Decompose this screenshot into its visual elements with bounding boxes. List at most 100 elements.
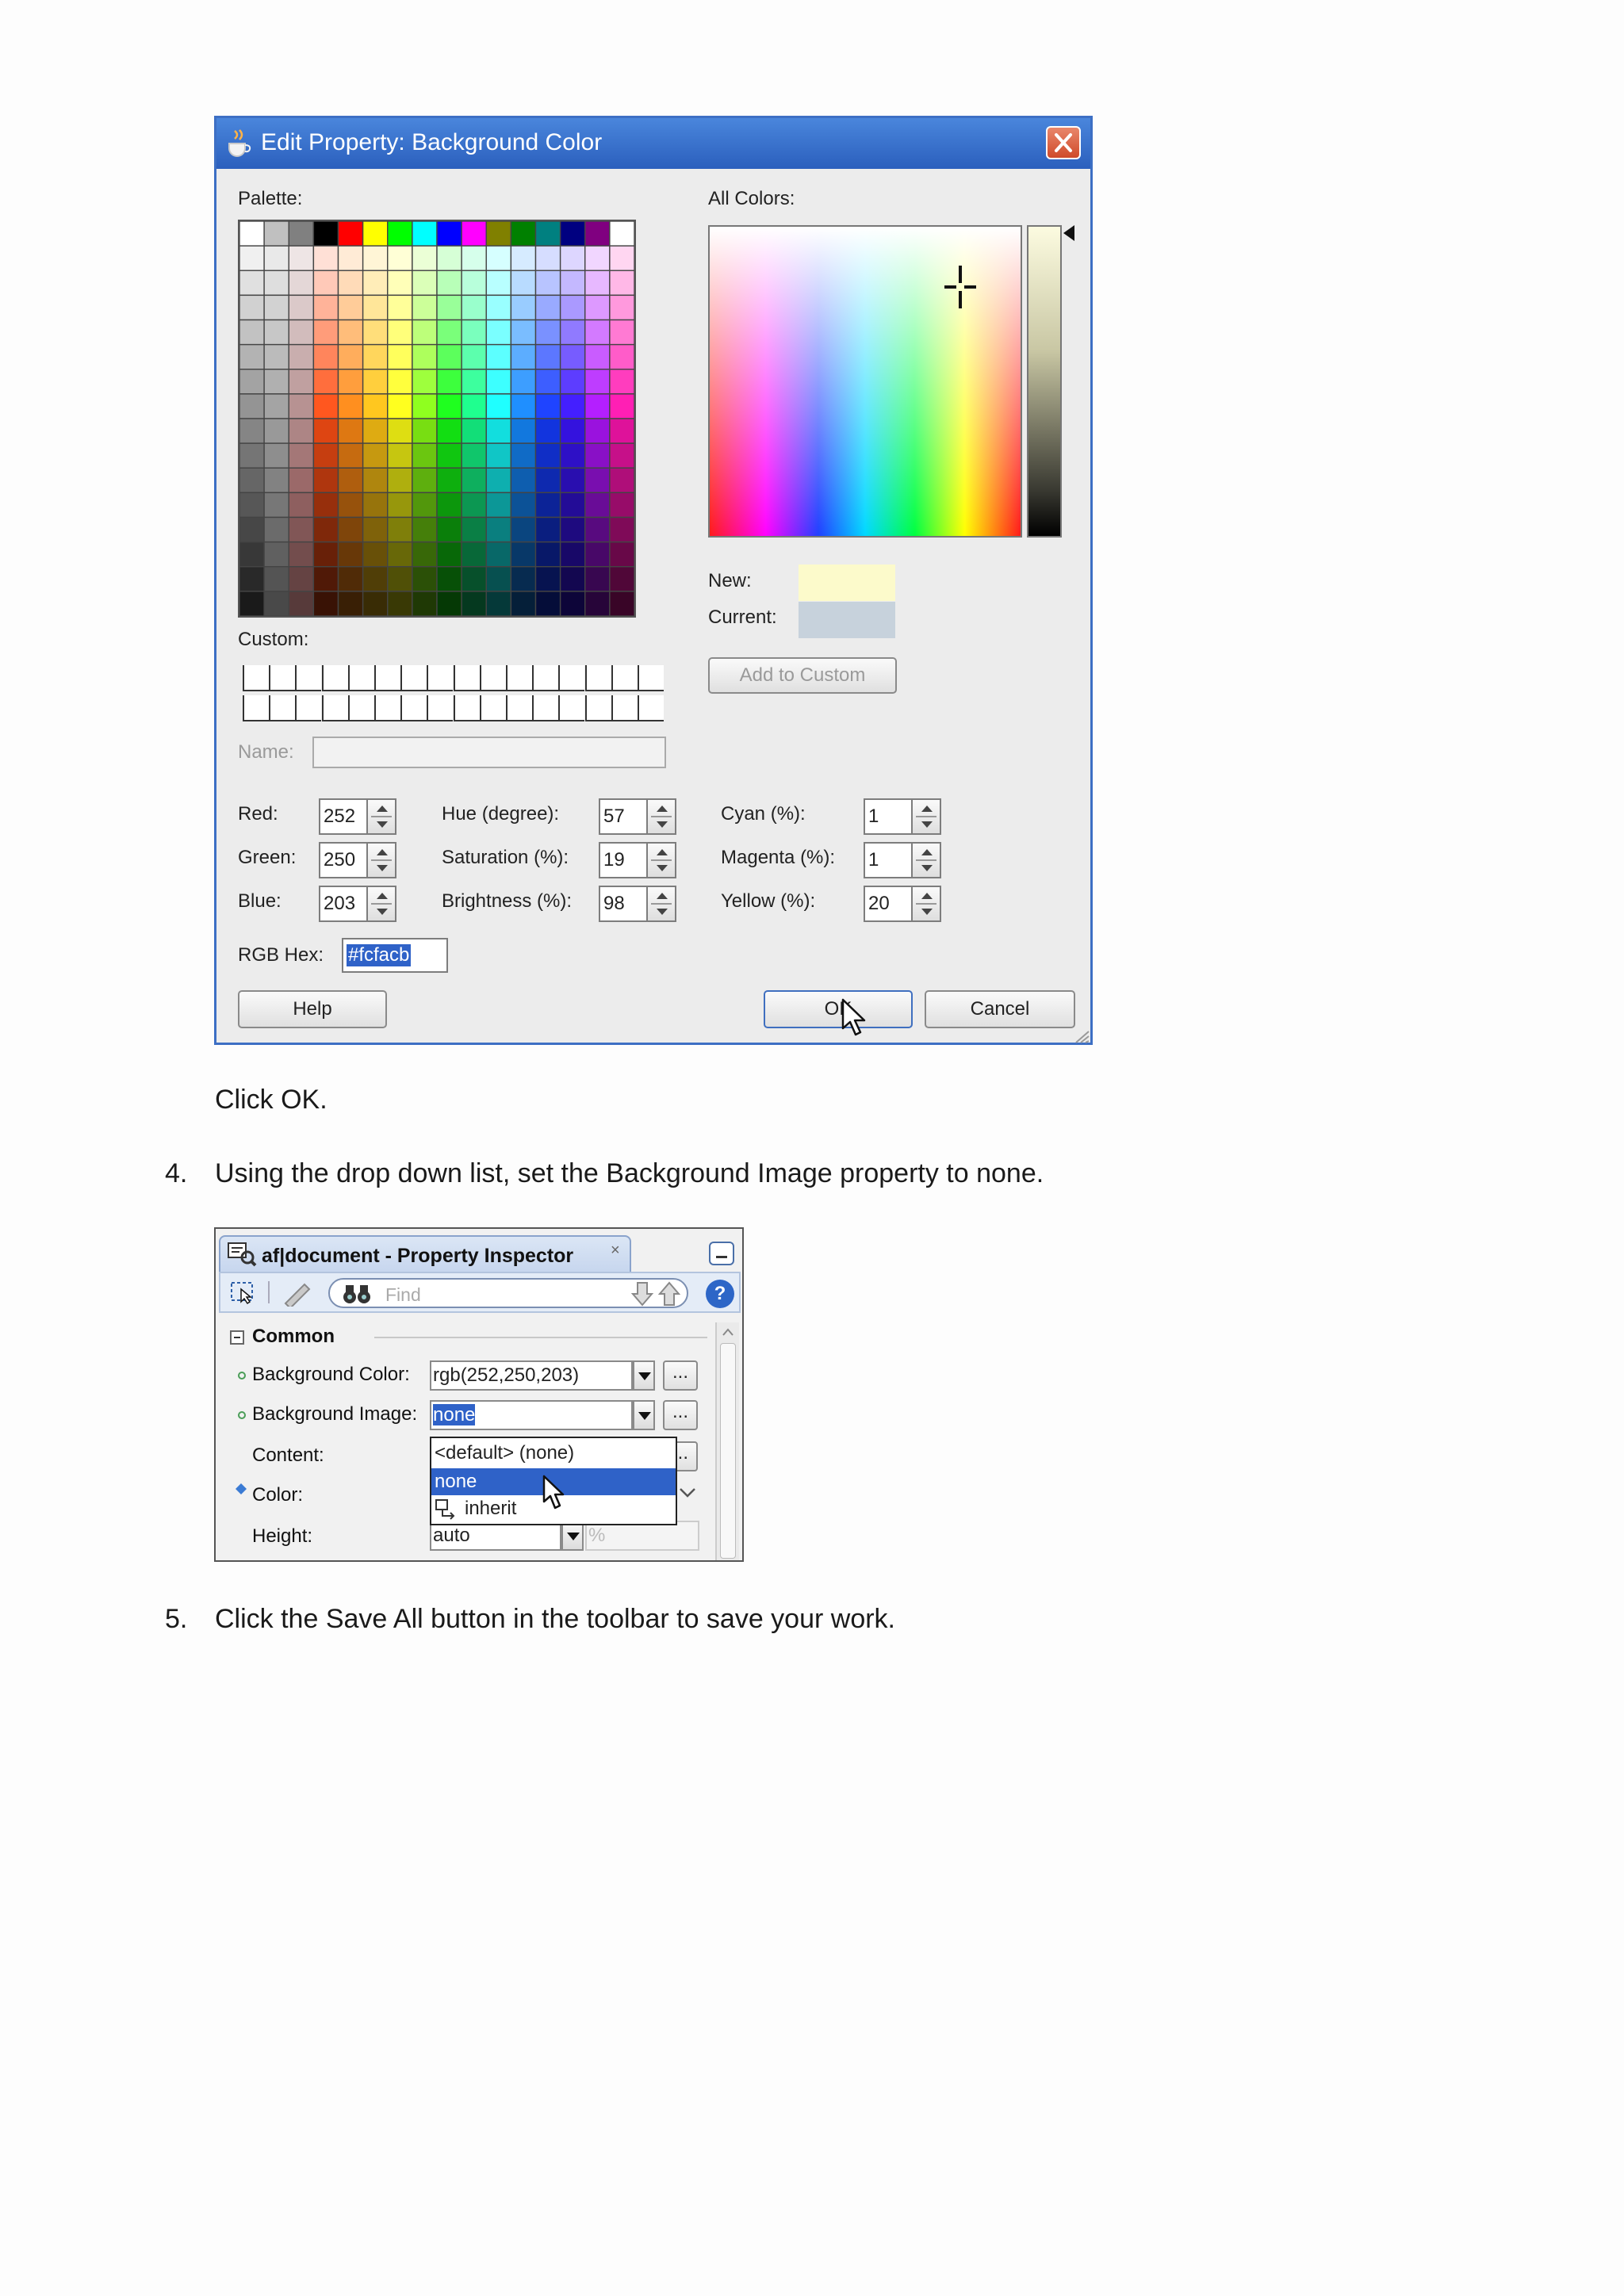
palette-swatch[interactable] xyxy=(485,393,512,419)
inspector-scrollbar[interactable] xyxy=(715,1322,739,1560)
palette-swatch[interactable] xyxy=(387,467,413,494)
palette-swatch[interactable] xyxy=(485,245,512,271)
palette-swatch[interactable] xyxy=(362,221,389,247)
palette-swatch[interactable] xyxy=(534,369,561,395)
palette-swatch[interactable] xyxy=(312,492,339,519)
palette-swatch[interactable] xyxy=(436,492,462,519)
palette-swatch[interactable] xyxy=(412,591,438,616)
property-inspector-tab[interactable]: af|document - Property Inspector × xyxy=(219,1235,631,1272)
palette-swatch[interactable] xyxy=(362,541,389,568)
background-color-field[interactable]: rgb(252,250,203) xyxy=(430,1360,633,1391)
palette-swatch[interactable] xyxy=(609,541,634,568)
palette-swatch[interactable] xyxy=(362,467,389,494)
palette-swatch[interactable] xyxy=(534,516,561,543)
background-image-field[interactable]: none xyxy=(430,1400,633,1430)
custom-color-slot[interactable] xyxy=(243,695,269,721)
chevron-down-icon[interactable] xyxy=(679,1487,696,1498)
palette-swatch[interactable] xyxy=(337,393,364,419)
background-image-dropdown[interactable] xyxy=(633,1400,655,1430)
custom-color-slot[interactable] xyxy=(347,665,374,691)
palette-swatch[interactable] xyxy=(263,516,289,543)
palette-swatch[interactable] xyxy=(412,541,438,568)
palette-swatch[interactable] xyxy=(436,294,462,321)
palette-swatch[interactable] xyxy=(436,467,462,494)
palette-swatch[interactable] xyxy=(534,343,561,370)
close-button[interactable] xyxy=(1046,126,1081,159)
palette-swatch[interactable] xyxy=(263,294,289,321)
custom-color-slot[interactable] xyxy=(506,665,532,691)
palette-swatch[interactable] xyxy=(510,343,537,370)
palette-swatch[interactable] xyxy=(559,566,586,592)
help-icon[interactable]: ? xyxy=(706,1280,734,1308)
palette-swatch[interactable] xyxy=(534,294,561,321)
palette-swatch[interactable] xyxy=(609,442,634,469)
edit-pencil-icon[interactable] xyxy=(281,1280,312,1307)
palette-swatch[interactable] xyxy=(559,270,586,297)
palette-swatch[interactable] xyxy=(362,516,389,543)
palette-swatch[interactable] xyxy=(436,343,462,370)
palette-swatch[interactable] xyxy=(485,418,512,444)
palette-swatch[interactable] xyxy=(436,393,462,419)
palette-swatch[interactable] xyxy=(436,245,462,271)
palette-swatch[interactable] xyxy=(412,442,438,469)
palette-swatch[interactable] xyxy=(461,541,487,568)
palette-swatch[interactable] xyxy=(559,343,586,370)
palette-swatch[interactable] xyxy=(239,492,265,519)
palette-swatch[interactable] xyxy=(288,566,315,592)
hue-spinner[interactable] xyxy=(646,798,676,835)
palette-swatch[interactable] xyxy=(584,294,611,321)
palette-swatch[interactable] xyxy=(436,442,462,469)
palette-swatch[interactable] xyxy=(436,418,462,444)
palette-swatch[interactable] xyxy=(362,343,389,370)
palette-swatch[interactable] xyxy=(559,467,586,494)
palette-swatch[interactable] xyxy=(534,467,561,494)
palette-swatch[interactable] xyxy=(312,566,339,592)
palette-swatch[interactable] xyxy=(485,467,512,494)
custom-color-slot[interactable] xyxy=(321,665,348,691)
palette-swatch[interactable] xyxy=(288,418,315,444)
palette-swatch[interactable] xyxy=(584,221,611,247)
palette-swatch[interactable] xyxy=(387,393,413,419)
brightness-slider[interactable] xyxy=(1027,225,1062,538)
palette-swatch[interactable] xyxy=(584,467,611,494)
palette-swatch[interactable] xyxy=(436,369,462,395)
palette-swatch[interactable] xyxy=(510,270,537,297)
custom-color-slot[interactable] xyxy=(558,665,585,691)
custom-color-slot[interactable] xyxy=(638,695,664,721)
custom-color-slot[interactable] xyxy=(400,665,427,691)
palette-swatch[interactable] xyxy=(485,442,512,469)
palette-swatch[interactable] xyxy=(461,270,487,297)
palette-swatch[interactable] xyxy=(609,369,634,395)
red-input[interactable]: 252 xyxy=(319,798,366,835)
palette-swatch[interactable] xyxy=(362,270,389,297)
palette-swatch[interactable] xyxy=(510,369,537,395)
palette-swatch[interactable] xyxy=(239,393,265,419)
brightness-input[interactable]: 98 xyxy=(599,886,646,922)
custom-color-slot[interactable] xyxy=(506,695,532,721)
palette-swatch[interactable] xyxy=(461,369,487,395)
palette-swatch[interactable] xyxy=(485,270,512,297)
palette-swatch[interactable] xyxy=(584,270,611,297)
palette-swatch[interactable] xyxy=(312,270,339,297)
palette-swatch[interactable] xyxy=(312,516,339,543)
palette-swatch[interactable] xyxy=(387,221,413,247)
palette-swatch[interactable] xyxy=(584,566,611,592)
palette-swatch[interactable] xyxy=(461,467,487,494)
palette-swatch[interactable] xyxy=(288,591,315,616)
minimize-button[interactable] xyxy=(709,1242,734,1265)
yellow-spinner[interactable] xyxy=(911,886,941,922)
collapse-toggle[interactable] xyxy=(230,1330,244,1345)
palette-swatch[interactable] xyxy=(485,516,512,543)
palette-swatch[interactable] xyxy=(337,418,364,444)
palette-swatch[interactable] xyxy=(559,516,586,543)
palette-swatch[interactable] xyxy=(584,393,611,419)
palette-swatch[interactable] xyxy=(584,418,611,444)
palette-swatch[interactable] xyxy=(461,442,487,469)
palette-swatch[interactable] xyxy=(584,591,611,616)
green-input[interactable]: 250 xyxy=(319,842,366,878)
palette-swatch[interactable] xyxy=(239,319,265,346)
palette-swatch[interactable] xyxy=(609,418,634,444)
palette-swatch[interactable] xyxy=(461,566,487,592)
palette-swatch[interactable] xyxy=(461,492,487,519)
palette-swatch[interactable] xyxy=(263,566,289,592)
